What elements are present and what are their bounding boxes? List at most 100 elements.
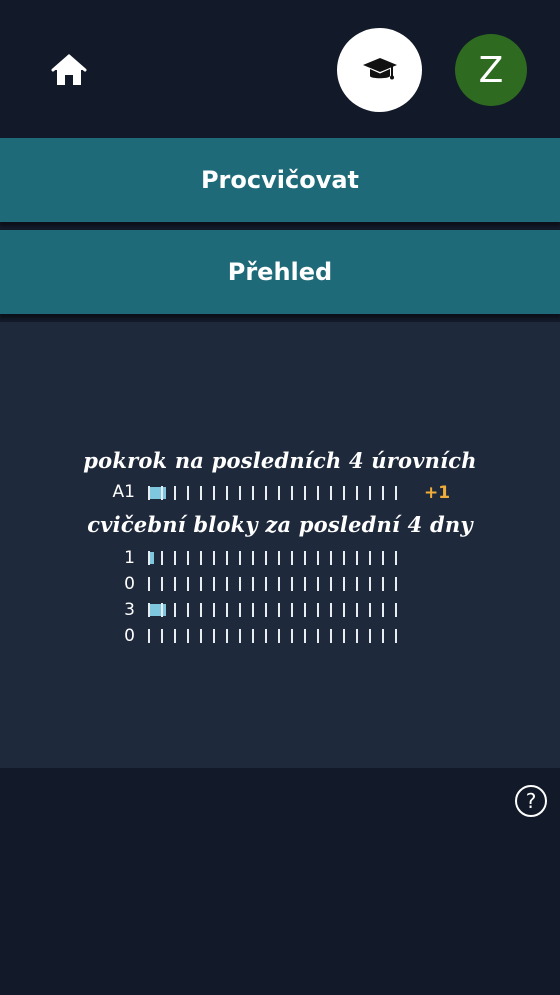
home-icon (51, 54, 87, 85)
progress-segment (200, 551, 202, 565)
progress-segment (369, 603, 371, 617)
progress-segment (395, 486, 397, 500)
progress-segment (200, 486, 202, 500)
blocks-heading: cvičební bloky za poslední 4 dny (87, 512, 473, 537)
progress-segment (174, 603, 176, 617)
progress-segment (382, 629, 384, 643)
progress-segment (304, 486, 306, 500)
progress-segment (226, 551, 228, 565)
practice-button[interactable]: Procvičovat (0, 138, 560, 222)
progress-segment (382, 486, 384, 500)
progress-segment (369, 629, 371, 643)
help-button[interactable]: ? (515, 785, 547, 817)
level-progress-heading: pokrok na posledních 4 úrovních (83, 448, 477, 473)
progress-segment (174, 629, 176, 643)
top-bar: Z (0, 0, 560, 138)
progress-segment (226, 603, 228, 617)
progress-segment (369, 486, 371, 500)
progress-segment (343, 577, 345, 591)
progress-segment (304, 629, 306, 643)
progress-segment (395, 629, 397, 643)
overview-button[interactable]: Přehled (0, 230, 560, 314)
progress-segment (252, 603, 254, 617)
progress-segment (278, 629, 280, 643)
progress-segment (239, 486, 241, 500)
day-progress-bar (148, 603, 412, 617)
progress-segment (369, 551, 371, 565)
progress-panel: pokrok na posledních 4 úrovních A1 +1 cv… (0, 322, 560, 768)
home-button[interactable] (50, 52, 88, 88)
progress-segment (291, 551, 293, 565)
progress-segment (213, 486, 215, 500)
progress-fill (148, 487, 166, 499)
day-count-label: 0 (124, 626, 135, 646)
day-progress-bar (148, 577, 412, 591)
progress-segment (317, 486, 319, 500)
progress-segment (226, 629, 228, 643)
progress-segment (343, 486, 345, 500)
progress-segment (213, 603, 215, 617)
progress-segment (213, 629, 215, 643)
progress-segment (343, 551, 345, 565)
progress-fill (148, 604, 166, 616)
graduation-cap-icon (362, 58, 397, 80)
progress-segment (330, 577, 332, 591)
progress-segment (213, 551, 215, 565)
progress-segment (239, 577, 241, 591)
progress-segment (161, 551, 163, 565)
progress-segment (187, 603, 189, 617)
progress-segment (304, 577, 306, 591)
progress-segment (278, 486, 280, 500)
progress-segment (265, 629, 267, 643)
progress-segment (304, 603, 306, 617)
progress-segment (148, 486, 150, 500)
day-count-label: 1 (124, 548, 135, 568)
day-count-label: 3 (124, 600, 135, 620)
day-progress-bar (148, 551, 412, 565)
progress-segment (161, 486, 163, 500)
progress-segment (226, 577, 228, 591)
progress-segment (278, 603, 280, 617)
user-avatar[interactable]: Z (455, 34, 527, 106)
day-count-label: 0 (124, 574, 135, 594)
progress-segment (382, 551, 384, 565)
progress-segment (317, 603, 319, 617)
progress-segment (239, 603, 241, 617)
progress-segment (200, 577, 202, 591)
progress-segment (291, 577, 293, 591)
progress-segment (343, 603, 345, 617)
progress-segment (213, 577, 215, 591)
progress-segment (382, 603, 384, 617)
practice-mode-button[interactable] (337, 28, 422, 112)
progress-segment (291, 629, 293, 643)
progress-segment (174, 577, 176, 591)
progress-segment (278, 577, 280, 591)
progress-segment (187, 486, 189, 500)
progress-segment (252, 577, 254, 591)
progress-segment (252, 629, 254, 643)
progress-segment (369, 577, 371, 591)
progress-segment (356, 629, 358, 643)
progress-segment (356, 577, 358, 591)
help-icon: ? (525, 789, 537, 813)
progress-segment (304, 551, 306, 565)
progress-segment (161, 603, 163, 617)
progress-segment (265, 551, 267, 565)
progress-segment (265, 603, 267, 617)
progress-segment (187, 629, 189, 643)
progress-segment (395, 551, 397, 565)
progress-segment (356, 486, 358, 500)
progress-segment (226, 486, 228, 500)
progress-segment (317, 551, 319, 565)
progress-segment (148, 629, 150, 643)
progress-segment (317, 577, 319, 591)
progress-segment (317, 629, 319, 643)
level-progress-bar (148, 486, 412, 500)
progress-segment (239, 629, 241, 643)
progress-segment (200, 603, 202, 617)
progress-segment (174, 551, 176, 565)
progress-segment (356, 603, 358, 617)
day-progress-bar (148, 629, 412, 643)
progress-segment (187, 577, 189, 591)
progress-segment (148, 577, 150, 591)
